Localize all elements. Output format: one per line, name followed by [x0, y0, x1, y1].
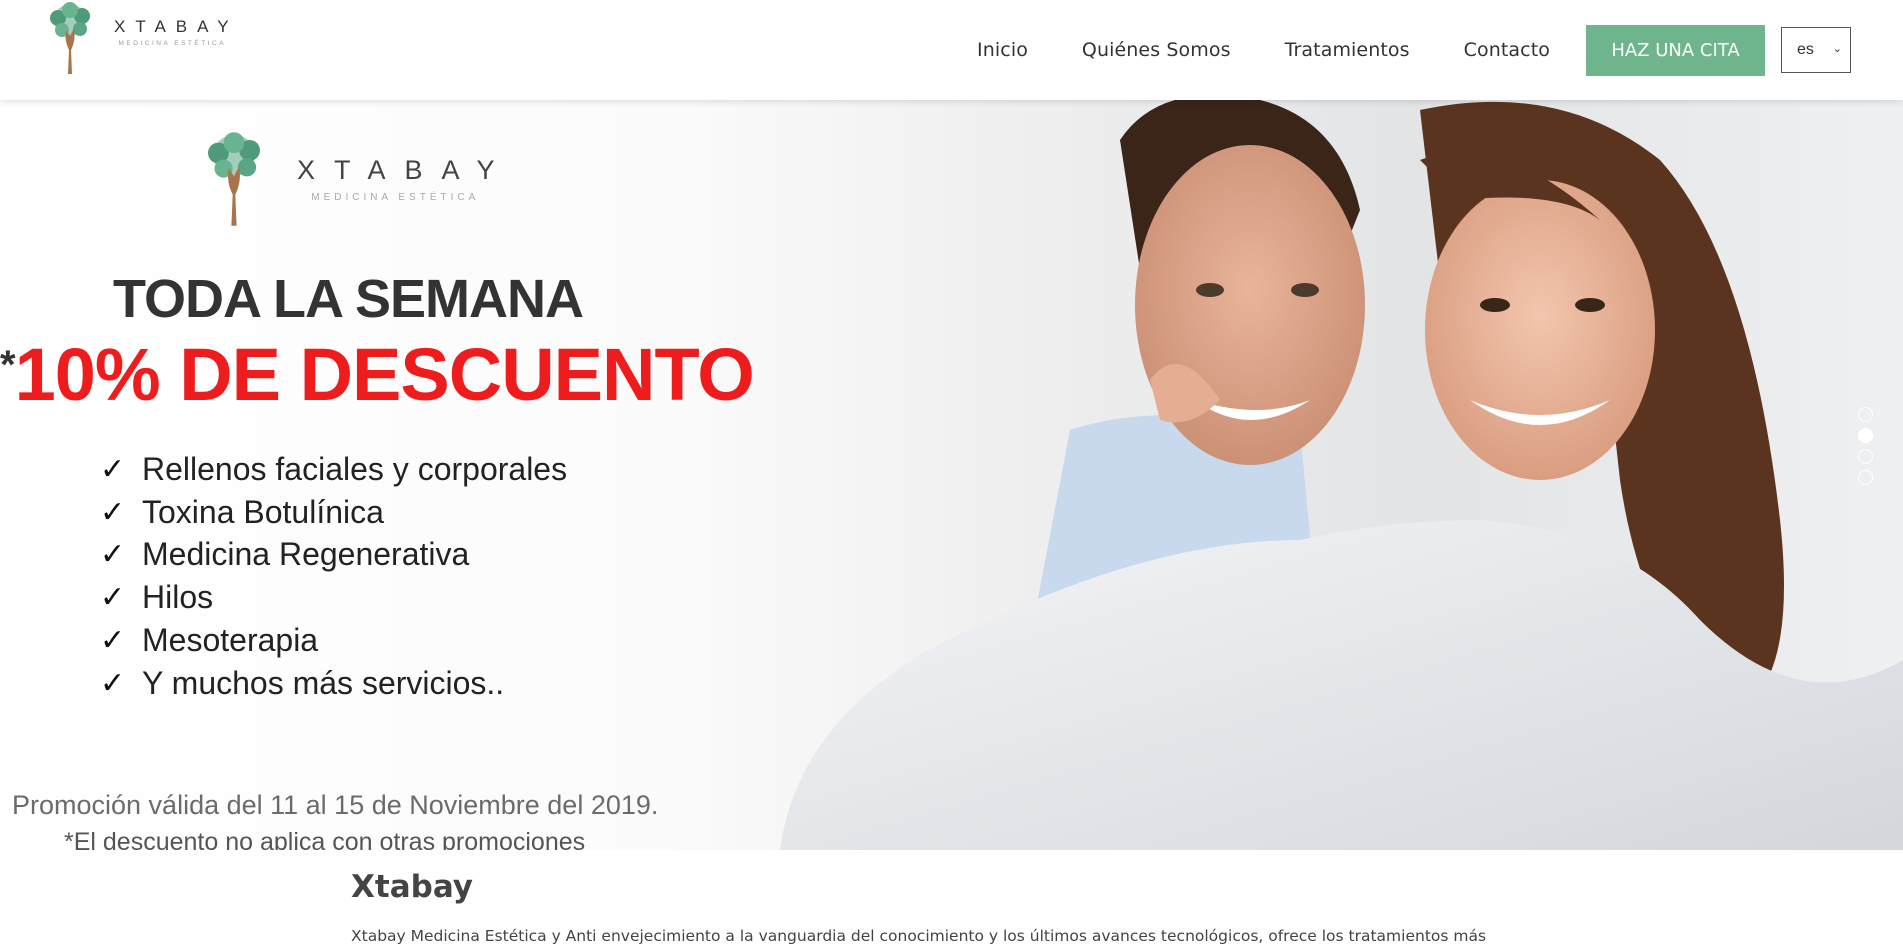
service-label: Toxina Botulínica [142, 493, 384, 530]
slider-dot-4[interactable] [1858, 470, 1873, 485]
slide-logo-name: XTABAY [297, 155, 514, 185]
slider-dot-2[interactable] [1858, 428, 1873, 443]
discount-text: 10% DE DESCUENTO [14, 333, 755, 416]
discount-asterisk: * [0, 343, 16, 387]
intro-title: Xtabay [351, 869, 474, 905]
services-list: ✓ Rellenos faciales y corporales ✓ Toxina … [100, 448, 567, 705]
intro-text: Xtabay Medicina Estética y Anti envejeci… [351, 927, 1487, 944]
nav-item-inicio[interactable]: Inicio [977, 39, 1028, 61]
site-logo[interactable]: XTABAY MEDICINA ESTÉTICA [40, 0, 239, 76]
promo-discount: *10% DE DESCUENTO [0, 332, 755, 417]
nav-item-contacto[interactable]: Contacto [1464, 39, 1550, 61]
chevron-down-icon: ⌄ [1832, 43, 1842, 55]
tree-logo-icon [50, 2, 90, 74]
list-item: ✓ Medicina Regenerativa [100, 534, 567, 577]
list-item: ✓ Y muchos más servicios.. [100, 662, 567, 705]
nav-item-quienes-somos[interactable]: Quiénes Somos [1082, 39, 1231, 61]
main-nav: Inicio Quiénes Somos Tratamientos Contac… [977, 0, 1903, 100]
promo-banner: XTABAY MEDICINA ESTÉTICA TODA LA SEMANA … [0, 100, 760, 850]
list-item: ✓ Rellenos faciales y corporales [100, 448, 567, 491]
logo-text: XTABAY MEDICINA ESTÉTICA [114, 17, 239, 47]
list-item: ✓ Toxina Botulínica [100, 491, 567, 534]
checkmark-icon: ✓ [100, 581, 126, 615]
service-label: Medicina Regenerativa [142, 536, 470, 573]
logo-name: XTABAY [114, 17, 239, 36]
checkmark-icon: ✓ [100, 624, 126, 658]
slide-logo-subtitle: MEDICINA ESTÉTICA [311, 192, 480, 203]
book-appointment-button[interactable]: HAZ UNA CITA [1586, 24, 1765, 76]
slide-logo: XTABAY MEDICINA ESTÉTICA [195, 125, 514, 233]
list-item: ✓ Hilos [100, 576, 567, 619]
slider-dot-3[interactable] [1858, 449, 1873, 464]
promo-title: TODA LA SEMANA [113, 269, 584, 329]
slider-dots [1858, 407, 1873, 485]
checkmark-icon: ✓ [100, 538, 126, 572]
tree-logo-icon [208, 132, 260, 226]
checkmark-icon: ✓ [100, 666, 126, 700]
language-value: es [1797, 41, 1814, 58]
promo-note: *El descuento no aplica con otras promoc… [64, 828, 586, 850]
nav-item-tratamientos[interactable]: Tratamientos [1285, 39, 1410, 61]
site-header: XTABAY MEDICINA ESTÉTICA Inicio Quiénes … [0, 0, 1903, 100]
checkmark-icon: ✓ [100, 452, 126, 486]
promo-validity: Promoción válida del 11 al 15 de Noviemb… [12, 790, 659, 820]
hero-slider[interactable]: XTABAY MEDICINA ESTÉTICA TODA LA SEMANA … [0, 100, 1903, 850]
service-label: Rellenos faciales y corporales [142, 450, 568, 487]
service-label: Mesoterapia [142, 622, 319, 659]
list-item: ✓ Mesoterapia [100, 619, 567, 662]
checkmark-icon: ✓ [100, 495, 126, 529]
service-label: Y muchos más servicios.. [142, 664, 505, 701]
logo-subtitle: MEDICINA ESTÉTICA [118, 40, 227, 47]
couple-photo [780, 100, 1903, 850]
slide-logo-text: XTABAY MEDICINA ESTÉTICA [297, 155, 514, 203]
slider-dot-1[interactable] [1858, 407, 1873, 422]
service-label: Hilos [142, 579, 214, 616]
language-select[interactable]: es ⌄ [1781, 27, 1851, 73]
